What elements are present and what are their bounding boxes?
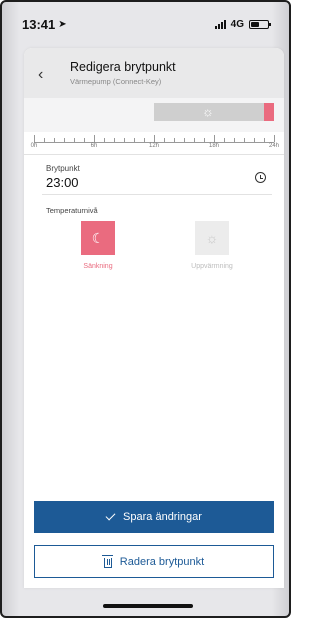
- save-label: Spara ändringar: [123, 511, 202, 523]
- ruler-tick: [124, 138, 125, 142]
- ruler-tick: [264, 138, 265, 142]
- timeline-ruler: [34, 132, 275, 143]
- tick-label: 6h: [90, 143, 98, 149]
- page-title: Redigera brytpunkt: [70, 60, 176, 74]
- ruler-tick: [204, 138, 205, 142]
- ruler-tick: [114, 138, 115, 142]
- status-time: 13:41: [22, 16, 56, 32]
- ruler-tick: [94, 135, 95, 142]
- location-arrow-icon: ➤: [58, 18, 67, 30]
- option-heating-button[interactable]: ☼: [195, 221, 229, 255]
- save-changes-button[interactable]: Spara ändringar: [34, 501, 274, 533]
- ruler-tick: [44, 138, 45, 142]
- edit-breakpoint-sheet: ‹ Redigera brytpunkt Värmepump (Connect-…: [24, 48, 284, 588]
- check-icon: [105, 510, 116, 521]
- ruler-tick: [74, 138, 75, 142]
- tick-label: 0h: [30, 143, 38, 149]
- moon-icon: ☾: [91, 229, 105, 246]
- ruler-tick: [184, 138, 185, 142]
- delete-label: Radera brytpunkt: [119, 555, 205, 568]
- option-lowering-label: Sänkning: [83, 263, 113, 270]
- ruler-tick: [84, 138, 85, 142]
- delete-breakpoint-button[interactable]: Radera brytpunkt: [34, 545, 274, 578]
- page-subtitle: Värmepump (Connect-Key): [70, 77, 162, 86]
- ruler-tick: [144, 138, 145, 142]
- phone-screen: 13:41 ➤ 4G ‹ Redigera brytpunkt Värmepum…: [0, 0, 291, 618]
- ruler-tick: [244, 138, 245, 142]
- ruler-tick: [64, 138, 65, 142]
- ruler-tick: [34, 135, 35, 142]
- breakpoint-label: Brytpunkt: [46, 164, 80, 173]
- option-heating-label: Uppvärmning: [191, 263, 233, 270]
- signal-icon: [214, 19, 226, 29]
- ruler-tick: [274, 135, 275, 142]
- temperature-level-label: Temperaturnivå: [46, 206, 98, 215]
- status-bar: 13:41 ➤ 4G: [2, 2, 289, 46]
- clock-icon[interactable]: [255, 172, 266, 183]
- timeline-segment-lowering[interactable]: [264, 103, 274, 121]
- ruler-tick: [154, 135, 155, 142]
- ruler-tick: [104, 138, 105, 142]
- ruler-tick: [234, 138, 235, 142]
- ruler-tick: [54, 138, 55, 142]
- ruler-tick: [164, 138, 165, 142]
- ruler-tick: [134, 138, 135, 142]
- header: ‹ Redigera brytpunkt Värmepump (Connect-…: [24, 48, 284, 98]
- divider: [42, 194, 272, 195]
- ruler-tick: [194, 138, 195, 142]
- ruler-tick: [214, 135, 215, 142]
- ruler-tick: [224, 138, 225, 142]
- home-indicator[interactable]: [103, 604, 193, 608]
- tick-label: 18h: [208, 143, 220, 149]
- ruler-tick: [254, 138, 255, 142]
- network-label: 4G: [230, 18, 244, 30]
- sun-icon: ☼: [205, 230, 219, 246]
- divider: [24, 154, 284, 155]
- trash-icon: [102, 555, 114, 568]
- back-chevron-icon[interactable]: ‹: [38, 66, 43, 84]
- sun-icon: ☼: [202, 104, 214, 119]
- breakpoint-time-value[interactable]: 23:00: [46, 175, 79, 190]
- tick-label: 24h: [268, 143, 280, 149]
- battery-icon: [249, 19, 271, 29]
- timeline-bar: ☼: [24, 98, 284, 132]
- ruler-tick: [174, 138, 175, 142]
- tick-label: 12h: [148, 143, 160, 149]
- option-lowering-button[interactable]: ☾: [81, 221, 115, 255]
